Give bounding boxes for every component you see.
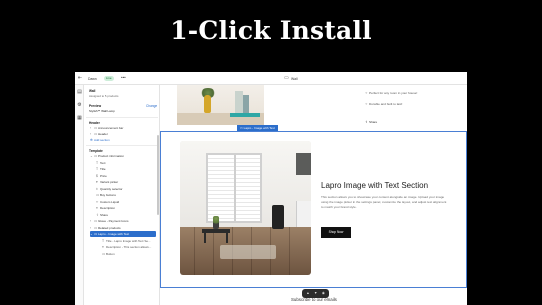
assigned-info: Assigned to 5 products [89,94,119,98]
preview-label: Preview [89,104,102,108]
block-text[interactable]: T Text [96,160,156,166]
section-product-information[interactable]: ⌄▭Product information [90,153,156,159]
lapro-image-with-text-section[interactable]: Lapro Image with Text Section This secti… [160,131,467,288]
divider [86,145,158,146]
apps-icon[interactable]: ▦ [77,115,83,121]
product-section-preview: ✧Perfect for any room in your house! ✧Du… [160,85,467,131]
block-variant-picker[interactable]: ▾ Variant picker [96,179,156,185]
block-description[interactable]: ≡ Description [96,205,156,211]
block-title[interactable]: T Title [96,166,156,172]
block-lapro-description[interactable]: ≡ Description - This section allows... [102,244,156,250]
selected-section-tag: ▭ Lapro - Image with Text [237,125,278,131]
share-link[interactable]: ⇪Share [365,120,377,124]
headline: 1-Click Install [170,16,372,45]
floating-toolbar: ▲ ▼ ◉ [302,289,329,298]
preview-canvas: ✧Perfect for any room in your house! ✧Du… [160,85,467,305]
section-title: Lapro Image with Text Section [321,181,429,190]
hide-icon[interactable]: ◉ [322,289,325,298]
section-lapro-image-with-text[interactable]: ⌄▭Lapro - Image with Text [90,231,156,238]
add-section-button[interactable]: ⊕Add section [90,137,156,143]
live-badge: Live [104,75,114,81]
section-related-products[interactable]: › ▭Related products [90,225,156,231]
more-actions-button[interactable]: ••• [121,75,126,80]
block-quantity-selector[interactable]: ± Quantity selector [96,186,156,192]
block-share[interactable]: ⇪Share [96,212,156,218]
theme-editor-window: ⇤ Dawn Live ••• ▭ Wall ▤ ⚙ ▦ Wall Assign… [75,72,467,305]
block-lapro-button[interactable]: ▭Button [102,251,156,257]
section-payment-icons[interactable]: › ▭Gloue - Payment Icons [90,218,156,224]
preview-change-link[interactable]: Change [146,104,157,108]
block-custom-liquid[interactable]: ‹› Custom Liquid [96,199,156,205]
sections-icon[interactable]: ▤ [77,89,83,95]
block-price[interactable]: $ Price [96,173,156,179]
product-image [177,85,264,125]
template-selector[interactable]: Wall [291,77,297,81]
section-image [180,141,311,275]
feature-line: ✧Perfect for any room in your house! [365,91,418,95]
divider [86,117,158,118]
theme-settings-icon[interactable]: ⚙ [77,102,83,108]
template-icon: ▭ [284,75,289,81]
sections-sidebar: Wall Assigned to 5 products Preview Chan… [84,85,160,305]
shop-now-button[interactable]: Shop Now [321,227,351,238]
move-down-icon[interactable]: ▼ [314,289,317,298]
move-up-icon[interactable]: ▲ [306,289,309,298]
block-buy-buttons[interactable]: ▭Buy buttons [96,192,156,198]
icon-rail: ▤ ⚙ ▦ [75,85,84,305]
preview-product[interactable]: Stylish™ Wall Lamp [89,109,115,113]
section-description: This section allows you to showcase your… [321,195,447,209]
block-lapro-title[interactable]: T Title - Lapro Image with Text Se... [102,238,156,244]
exit-icon[interactable]: ⇤ [78,75,84,81]
store-label[interactable]: Dawn [88,77,97,81]
top-bar: ⇤ Dawn Live ••• ▭ Wall [75,72,467,85]
feature-line: ✧Durable and built to last! [365,102,403,106]
sidebar-scrollbar[interactable] [157,135,159,215]
template-name: Wall [89,89,96,93]
